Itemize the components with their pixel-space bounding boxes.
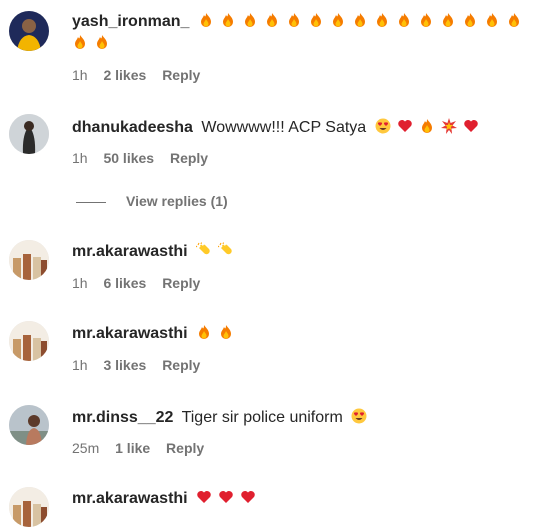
likes-count[interactable]: 1 like [115, 440, 150, 456]
fire-emoji-icon [352, 12, 368, 28]
fire-emoji-icon [196, 324, 212, 340]
comment-meta: 1h 6 likes Reply [72, 275, 212, 291]
fire-emoji-icon [242, 12, 258, 28]
comment-body: mr.akarawasthi [72, 488, 542, 510]
emoji-row [196, 490, 262, 507]
clapping-hands-emoji-icon [217, 242, 234, 258]
timestamp: 1h [72, 150, 88, 166]
comment-meta: 1h 2 likes Reply [72, 67, 212, 83]
fire-emoji-icon [264, 12, 280, 28]
likes-count[interactable]: 2 likes [103, 67, 146, 83]
avatar[interactable] [9, 487, 49, 527]
timestamp: 1h [72, 357, 88, 373]
heart-eyes-emoji-icon [351, 408, 367, 424]
comment-text: Tiger sir police uniform [181, 409, 343, 426]
fire-emoji-icon [330, 12, 346, 28]
username[interactable]: mr.akarawasthi [72, 325, 188, 342]
fire-emoji-icon [418, 12, 434, 28]
username[interactable]: mr.dinss__22 [72, 409, 173, 426]
reply-button[interactable]: Reply [170, 150, 208, 166]
reply-button[interactable]: Reply [162, 357, 200, 373]
red-heart-emoji-icon [196, 489, 212, 505]
comment-meta: 1h 50 likes Reply [72, 150, 220, 166]
emoji-row [196, 325, 240, 342]
likes-count[interactable]: 6 likes [103, 275, 146, 291]
heart-eyes-emoji-icon [375, 118, 391, 134]
comment-meta: 1h 3 likes Reply [72, 357, 212, 373]
username[interactable]: yash_ironman_ [72, 13, 189, 30]
comment-body: mr.akarawasthi [72, 241, 542, 263]
avatar[interactable] [9, 11, 49, 51]
fire-emoji-icon [506, 12, 522, 28]
avatar[interactable] [9, 405, 49, 445]
avatar[interactable] [9, 240, 49, 280]
timestamp: 1h [72, 67, 88, 83]
comment-body: yash_ironman_ [72, 11, 542, 55]
red-heart-emoji-icon [218, 489, 234, 505]
emoji-row [351, 408, 373, 426]
clapping-hands-emoji-icon [195, 242, 212, 258]
fire-emoji-icon [462, 12, 478, 28]
red-heart-emoji-icon [240, 489, 256, 505]
fire-emoji-icon [218, 324, 234, 340]
emoji-row [195, 242, 240, 260]
timestamp: 25m [72, 440, 100, 456]
fire-emoji-icon [286, 12, 302, 28]
comment-body: dhanukadeesha Wowwww!!! ACP Satya [72, 117, 542, 139]
view-replies-button[interactable]: View replies (1) [76, 193, 228, 209]
username[interactable]: mr.akarawasthi [72, 243, 188, 260]
fire-emoji-icon [198, 12, 214, 28]
likes-count[interactable]: 3 likes [103, 357, 146, 373]
fire-emoji-icon [440, 12, 456, 28]
fire-emoji-icon [374, 12, 390, 28]
fire-emoji-icon [220, 12, 236, 28]
avatar[interactable] [9, 321, 49, 361]
fire-emoji-icon [484, 12, 500, 28]
fire-emoji-icon [396, 12, 412, 28]
comment-text: Wowwww!!! ACP Satya [201, 119, 367, 136]
username[interactable]: dhanukadeesha [72, 119, 193, 136]
fire-emoji-icon [419, 118, 435, 134]
reply-button[interactable]: Reply [162, 275, 200, 291]
likes-count[interactable]: 50 likes [103, 150, 154, 166]
timestamp: 1h [72, 275, 88, 291]
reply-button[interactable]: Reply [166, 440, 204, 456]
collision-emoji-icon [440, 118, 457, 134]
divider-line [76, 201, 106, 203]
username[interactable]: mr.akarawasthi [72, 490, 188, 507]
red-heart-emoji-icon [397, 118, 413, 134]
fire-emoji-icon [94, 34, 110, 50]
red-heart-emoji-icon [463, 118, 479, 134]
avatar[interactable] [9, 114, 49, 154]
reply-button[interactable]: Reply [162, 67, 200, 83]
comment-meta: 25m 1 like Reply [72, 440, 216, 456]
fire-emoji-icon [308, 12, 324, 28]
fire-emoji-icon [72, 34, 88, 50]
emoji-row [375, 118, 485, 136]
view-replies-label[interactable]: View replies (1) [126, 193, 228, 209]
comment-body: mr.dinss__22 Tiger sir police uniform [72, 407, 542, 429]
comment-body: mr.akarawasthi [72, 323, 542, 345]
